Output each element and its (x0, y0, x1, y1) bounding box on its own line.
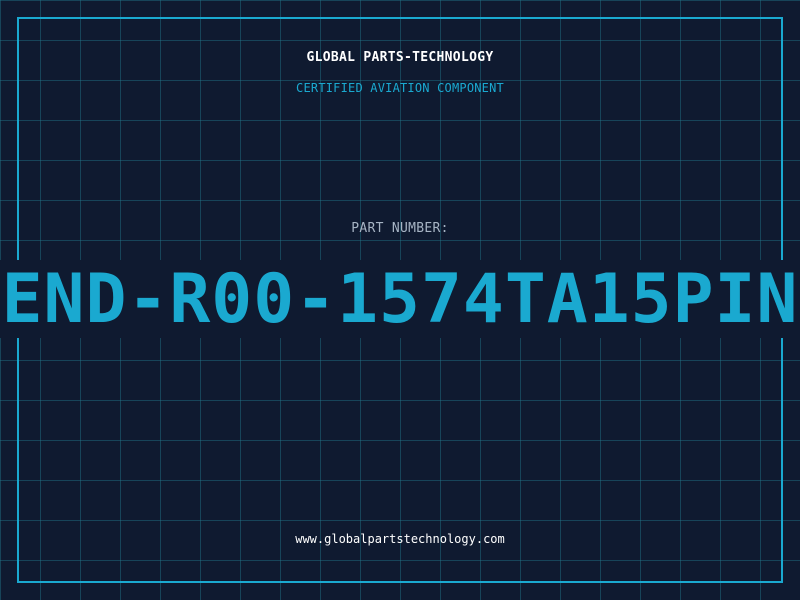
website-url: www.globalpartstechnology.com (295, 532, 505, 546)
brand-title: GLOBAL PARTS-TECHNOLOGY (306, 50, 494, 65)
part-number-label: PART NUMBER: (351, 221, 449, 236)
brand-subtitle: CERTIFIED AVIATION COMPONENT (296, 81, 504, 95)
part-number-value: END-R00-1574TA15PIN (1, 260, 799, 338)
part-number-band: END-R00-1574TA15PIN (0, 260, 800, 338)
